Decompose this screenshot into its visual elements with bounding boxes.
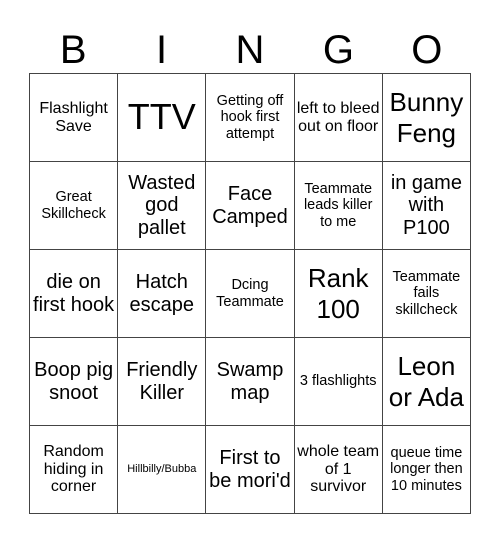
header-letter-i: I	[156, 28, 168, 72]
bingo-cell[interactable]: TTV	[118, 74, 207, 162]
bingo-cell[interactable]: Great Skillcheck	[30, 162, 119, 250]
bingo-cell[interactable]: Leon or Ada	[382, 338, 471, 426]
bingo-cell[interactable]: Teammate leads killer to me	[294, 162, 383, 250]
bingo-cell[interactable]: Swamp map	[206, 338, 295, 426]
bingo-cell[interactable]: Teammate fails skillcheck	[382, 250, 471, 338]
bingo-cell[interactable]: Dcing Teammate	[206, 250, 295, 338]
header-letter-g: G	[322, 28, 354, 72]
bingo-cell[interactable]: Friendly Killer	[118, 338, 207, 426]
bingo-cell[interactable]: die on first hook	[30, 250, 119, 338]
bingo-cell[interactable]: Getting off hook first attempt	[206, 74, 295, 162]
bingo-cell[interactable]: Rank 100	[294, 250, 383, 338]
header-letter-n: N	[235, 28, 265, 72]
bingo-cell[interactable]: First to be mori'd	[206, 426, 295, 514]
bingo-cell[interactable]: Face Camped	[206, 162, 295, 250]
bingo-cell[interactable]: Bunny Feng	[382, 74, 471, 162]
bingo-cell[interactable]: queue time longer then 10 minutes	[382, 426, 471, 514]
header-letter-b: B	[59, 28, 87, 72]
bingo-board: Flashlight Save TTV Getting off hook fir…	[29, 73, 471, 514]
bingo-cell[interactable]: left to bleed out on floor	[294, 74, 383, 162]
bingo-cell[interactable]: Random hiding in corner	[30, 426, 119, 514]
bingo-cell[interactable]: Flashlight Save	[30, 74, 119, 162]
bingo-header: B I N G O	[29, 28, 471, 73]
bingo-cell[interactable]: whole team of 1 survivor	[294, 426, 383, 514]
bingo-cell[interactable]: Wasted god pallet	[118, 162, 207, 250]
bingo-cell[interactable]: in game with P100	[382, 162, 471, 250]
header-letter-o: O	[411, 28, 443, 72]
bingo-cell[interactable]: 3 flashlights	[294, 338, 383, 426]
bingo-cell[interactable]: Boop pig snoot	[30, 338, 119, 426]
bingo-cell[interactable]: Hillbilly/Bubba	[118, 426, 207, 514]
bingo-cell[interactable]: Hatch escape	[118, 250, 207, 338]
